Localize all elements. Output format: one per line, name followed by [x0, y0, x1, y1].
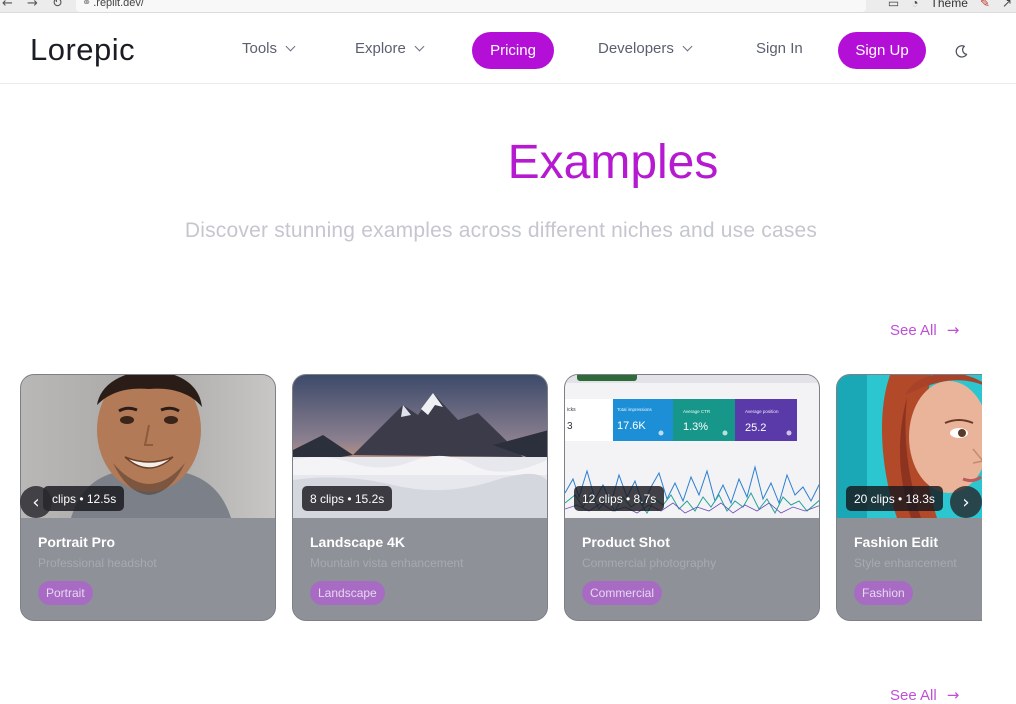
sign-up-button[interactable]: Sign Up [838, 32, 926, 69]
theme-label[interactable]: Theme [931, 0, 968, 10]
carousel-next-button[interactable]: › [950, 486, 982, 518]
external-icon[interactable]: ↗ [1002, 0, 1012, 10]
category-tag: Commercial [582, 581, 663, 605]
clips-badge: clips • 12.5s [43, 486, 125, 511]
chevron-down-icon [682, 41, 693, 52]
clips-badge: 8 clips • 15.2s [302, 486, 393, 511]
arrow-right-icon: → [946, 686, 960, 704]
card-title: Landscape 4K [310, 534, 405, 550]
chevron-down-icon [285, 41, 296, 52]
see-all-link[interactable]: See All → [890, 686, 959, 704]
palette-icon[interactable]: ◔ [911, 0, 918, 10]
carousel-prev-button[interactable]: ‹ [20, 486, 52, 518]
stat-label: Average CTR [683, 409, 711, 414]
card-description: Professional headshot [38, 556, 157, 570]
stat-value: 1.3% [683, 421, 708, 433]
see-all-label: See All [890, 321, 937, 339]
sign-in-link[interactable]: Sign In [756, 40, 803, 57]
reload-icon[interactable]: ↻ [52, 0, 63, 11]
nav-explore-label: Explore [355, 40, 406, 57]
logo[interactable]: Lorepic [30, 32, 135, 68]
card-title: Portrait Pro [38, 534, 116, 550]
clips-badge: 12 clips • 8.7s [574, 486, 665, 511]
card-title: Product Shot [582, 534, 670, 550]
back-icon[interactable]: ← [2, 0, 13, 11]
category-tag: Portrait [38, 581, 93, 605]
browser-toolbar: ← → ↻ ⚭ .replit.dev/ ▭ ◔ Theme ✎ ↗ [0, 0, 1016, 13]
chevron-right-icon: › [962, 491, 970, 513]
forward-icon[interactable]: → [27, 0, 38, 11]
stat-value: 3 [567, 421, 573, 432]
site-header: Lorepic Tools Explore Pricing Developers… [0, 18, 1016, 84]
nav-tools[interactable]: Tools [242, 40, 296, 57]
nav-pricing-button[interactable]: Pricing [472, 32, 554, 69]
nav-tools-label: Tools [242, 40, 278, 57]
stat-label: Total impressions [617, 407, 653, 412]
card-description: Mountain vista enhancement [310, 556, 464, 570]
card-description: Style enhancement [854, 556, 957, 570]
arrow-right-icon: → [946, 321, 960, 339]
see-all-link[interactable]: See All → [890, 321, 959, 339]
stat-value: 25.2 [745, 422, 766, 434]
nav-developers[interactable]: Developers [598, 40, 693, 57]
chevron-left-icon: ‹ [32, 491, 40, 513]
chevron-down-icon [414, 41, 425, 52]
example-card[interactable]: icks 3 Total impressions 17.6K Average C… [564, 374, 820, 621]
stat-label: Average position [745, 409, 779, 414]
stat-label: icks [567, 407, 576, 413]
page-title: Examples [507, 136, 719, 189]
category-tag: Landscape [310, 581, 385, 605]
examples-carousel: clips • 12.5s Portrait Pro Professional … [20, 374, 982, 622]
browser-toolbar-right: ▭ ◔ Theme ✎ ↗ [888, 0, 1012, 10]
link-icon: ⚭ [82, 0, 92, 9]
example-card[interactable]: 8 clips • 15.2s Landscape 4K Mountain vi… [292, 374, 548, 621]
nav-explore[interactable]: Explore [355, 40, 425, 57]
nav-developers-label: Developers [598, 40, 674, 57]
dark-mode-icon[interactable] [954, 44, 969, 59]
category-tag: Fashion [854, 581, 913, 605]
address-bar[interactable]: ⚭ .replit.dev/ [76, 0, 866, 12]
devices-icon[interactable]: ▭ [888, 0, 899, 10]
page-subtitle-text: Discover stunning examples across differ… [184, 219, 818, 242]
example-card[interactable]: clips • 12.5s Portrait Pro Professional … [20, 374, 276, 621]
clips-badge: 20 clips • 18.3s [846, 486, 943, 511]
page-subtitle: Discover stunning examples across differ… [0, 219, 1016, 243]
card-description: Commercial photography [582, 556, 717, 570]
stat-value: 17.6K [617, 420, 646, 432]
picker-icon[interactable]: ✎ [980, 0, 990, 10]
card-title: Fashion Edit [854, 534, 938, 550]
see-all-label: See All [890, 686, 937, 704]
url-text: .replit.dev/ [93, 0, 144, 9]
